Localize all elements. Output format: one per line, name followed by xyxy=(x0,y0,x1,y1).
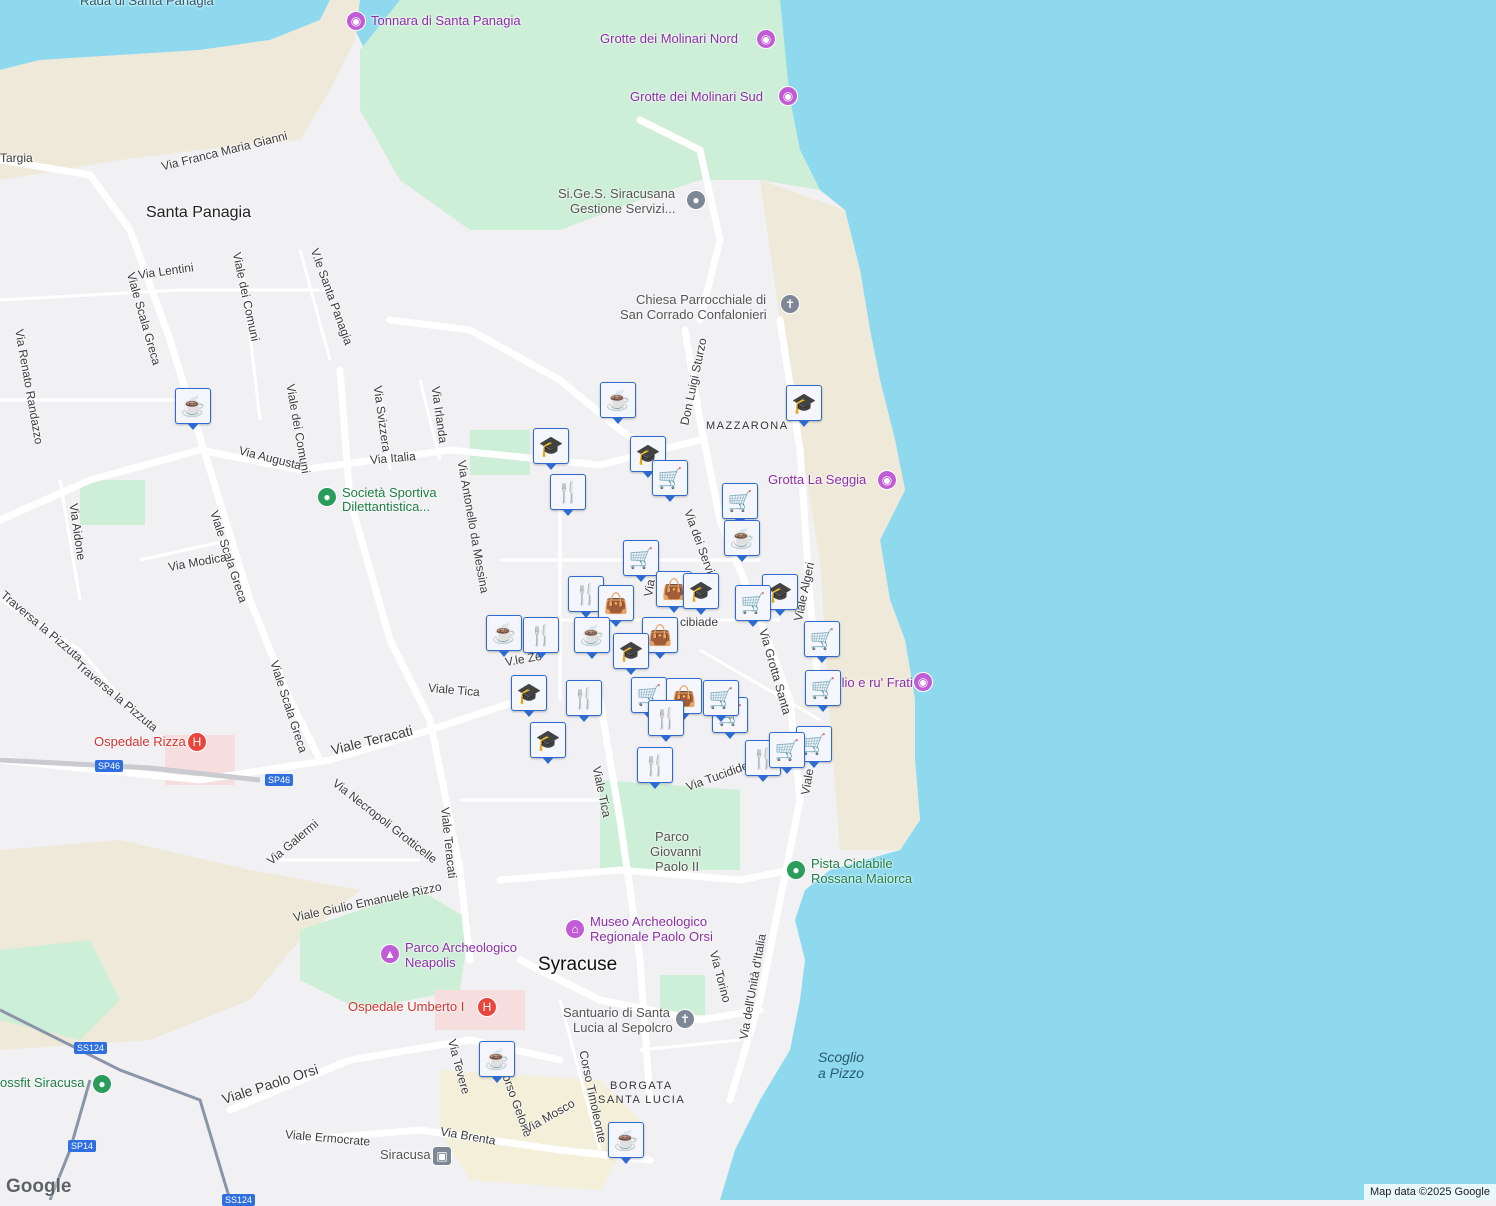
poi-grotta-seggia[interactable]: Grotta La Seggia xyxy=(768,472,866,488)
street-label: Targia xyxy=(0,151,33,165)
poi-sigess-2[interactable]: Gestione Servizi... xyxy=(570,201,676,217)
poi-societa-sportiva-2[interactable]: Dilettantistica... xyxy=(342,499,430,515)
coffee-icon[interactable]: ☕ xyxy=(600,382,636,424)
camera-icon[interactable]: ◉ xyxy=(913,672,933,692)
school-icon[interactable]: 🎓 xyxy=(530,722,566,764)
poi-chiesa[interactable]: Chiesa Parrocchiale di xyxy=(636,292,766,308)
sea-label-pizzo: a Pizzo xyxy=(818,1065,864,1081)
shopping-cart-icon[interactable]: 🛒 xyxy=(703,680,739,722)
sea-label-scoglio: Scoglio xyxy=(818,1049,864,1065)
poi-ospedale-rizza[interactable]: Ospedale Rizza xyxy=(94,734,186,750)
poi-crossfit[interactable]: ossfit Siracusa xyxy=(0,1075,85,1091)
school-icon[interactable]: 🎓 xyxy=(786,385,822,427)
monument-icon[interactable]: ▲ xyxy=(380,944,400,964)
camera-icon[interactable]: ◉ xyxy=(346,11,366,31)
shopping-bag-icon[interactable]: 👜 xyxy=(598,585,634,627)
road-shield-sp46: SP46 xyxy=(95,760,124,772)
coffee-icon[interactable]: ☕ xyxy=(574,617,610,659)
place-santa-panagia: Santa Panagia xyxy=(146,204,251,221)
church-icon[interactable]: ✝ xyxy=(675,1009,695,1029)
poi-sigess[interactable]: Si.Ge.S. Siracusana xyxy=(558,186,675,202)
street-label: cibiade xyxy=(680,615,719,629)
poi-molinari-sud[interactable]: Grotte dei Molinari Sud xyxy=(630,89,763,105)
poi-santuario-2[interactable]: Lucia al Sepolcro xyxy=(573,1020,673,1036)
gym-icon[interactable]: ● xyxy=(92,1074,112,1094)
poi-museo-2[interactable]: Regionale Paolo Orsi xyxy=(590,929,713,945)
camera-icon[interactable]: ◉ xyxy=(778,86,798,106)
poi-museo[interactable]: Museo Archeologico xyxy=(590,914,707,930)
restaurant-icon[interactable]: 🍴 xyxy=(550,474,586,516)
district-santa-lucia: SANTA LUCIA xyxy=(598,1094,686,1106)
poi-tonnara[interactable]: Tonnara di Santa Panagia xyxy=(371,13,521,29)
poi-pista-ciclabile-2[interactable]: Rossana Maiorca xyxy=(811,871,912,887)
coffee-icon[interactable]: ☕ xyxy=(479,1041,515,1083)
camera-icon[interactable]: ◉ xyxy=(877,470,897,490)
place-icon[interactable]: ● xyxy=(686,190,706,210)
church-icon[interactable]: ✝ xyxy=(780,294,800,314)
poi-parco[interactable]: Parco xyxy=(655,829,689,845)
shopping-cart-icon[interactable]: 🛒 xyxy=(735,585,771,627)
district-mazzarona: MAZZARONA xyxy=(706,420,789,432)
poi-neapolis-2[interactable]: Neapolis xyxy=(405,955,456,971)
coffee-icon[interactable]: ☕ xyxy=(175,388,211,430)
sports-icon[interactable]: ● xyxy=(317,487,337,507)
restaurant-icon[interactable]: 🍴 xyxy=(637,747,673,789)
museum-icon[interactable]: ⌂ xyxy=(565,919,585,939)
restaurant-icon[interactable]: 🍴 xyxy=(566,680,602,722)
coffee-icon[interactable]: ☕ xyxy=(486,615,522,657)
bay-label: Rada di Santa Panagia xyxy=(80,0,214,8)
shopping-cart-icon[interactable]: 🛒 xyxy=(804,621,840,663)
hospital-icon[interactable]: H xyxy=(187,732,207,752)
district-borgata: BORGATA xyxy=(610,1080,673,1092)
shopping-cart-icon[interactable]: 🛒 xyxy=(652,460,688,502)
road-shield-ss124: SS124 xyxy=(74,1042,108,1054)
poi-chiesa-2[interactable]: San Corrado Confalonieri xyxy=(620,307,767,323)
shopping-cart-icon[interactable]: 🛒 xyxy=(623,540,659,582)
restaurant-icon[interactable]: 🍴 xyxy=(523,617,559,659)
school-icon[interactable]: 🎓 xyxy=(511,675,547,717)
shopping-cart-icon[interactable]: 🛒 xyxy=(805,670,841,712)
shopping-cart-icon[interactable]: 🛒 xyxy=(769,732,805,774)
poi-parco-3[interactable]: Paolo II xyxy=(655,859,699,875)
school-icon[interactable]: 🎓 xyxy=(613,633,649,675)
poi-santuario[interactable]: Santuario di Santa xyxy=(563,1005,670,1021)
road-shield-ss124: SS124 xyxy=(222,1194,256,1206)
park-small-2 xyxy=(80,480,145,525)
poi-molinari-nord[interactable]: Grotte dei Molinari Nord xyxy=(600,31,738,47)
city-syracuse: Syracuse xyxy=(538,954,618,975)
train-station-icon[interactable]: ▣ xyxy=(432,1146,452,1166)
google-logo: Google xyxy=(6,1176,72,1197)
poi-pista-ciclabile[interactable]: Pista Ciclabile xyxy=(811,856,893,872)
coffee-icon[interactable]: ☕ xyxy=(608,1122,644,1164)
poi-station[interactable]: Siracusa xyxy=(380,1147,431,1163)
school-icon[interactable]: 🎓 xyxy=(683,573,719,615)
poi-neapolis[interactable]: Parco Archeologico xyxy=(405,940,517,956)
road-shield-sp14: SP14 xyxy=(68,1140,97,1152)
road-shield-sp46: SP46 xyxy=(265,774,294,786)
park-icon[interactable]: ● xyxy=(786,860,806,880)
camera-icon[interactable]: ◉ xyxy=(756,29,776,49)
hospital-icon[interactable]: H xyxy=(477,997,497,1017)
coffee-icon[interactable]: ☕ xyxy=(724,520,760,562)
map-attribution[interactable]: Map data ©2025 Google xyxy=(1363,1184,1496,1200)
poi-parco-2[interactable]: Giovanni xyxy=(650,844,701,860)
shopping-cart-icon[interactable]: 🛒 xyxy=(722,483,758,525)
poi-ospedale-umberto[interactable]: Ospedale Umberto I xyxy=(348,999,464,1015)
restaurant-icon[interactable]: 🍴 xyxy=(648,700,684,742)
school-icon[interactable]: 🎓 xyxy=(533,428,569,470)
